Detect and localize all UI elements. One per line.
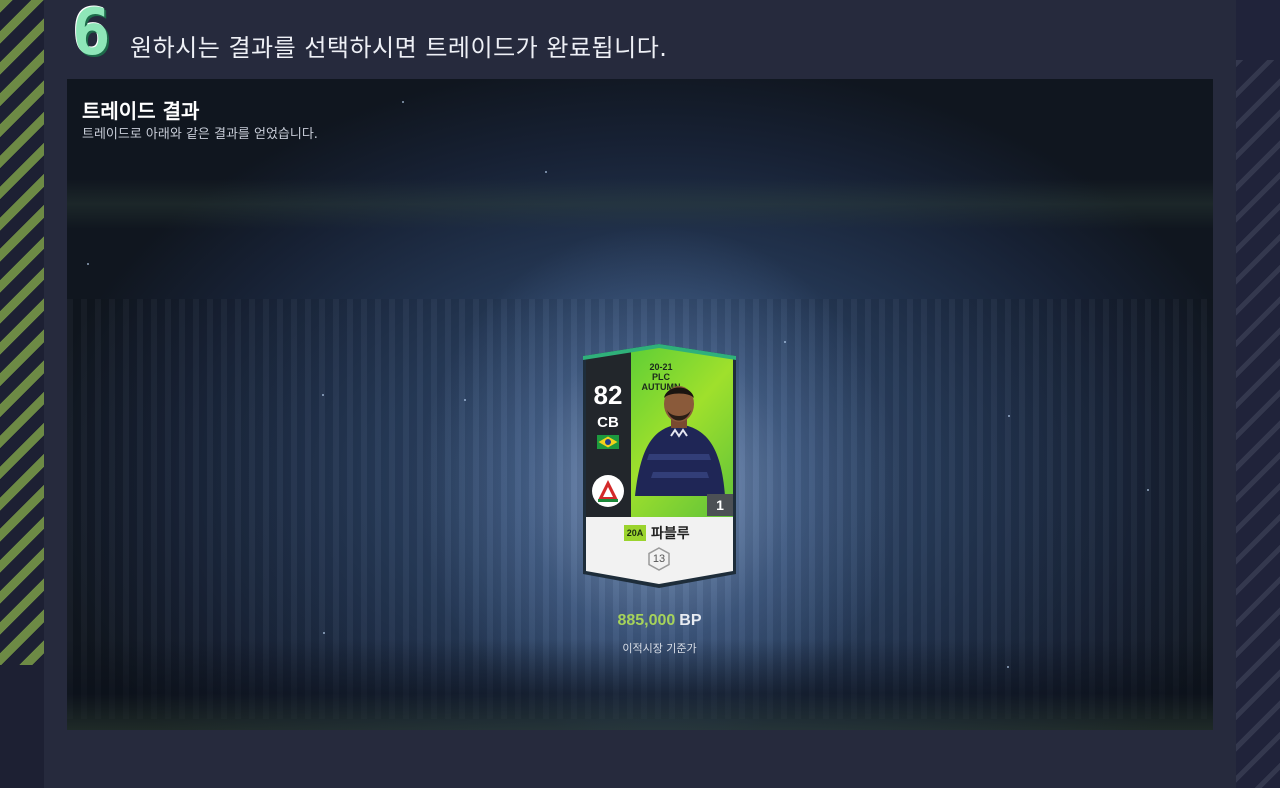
player-salary: 13	[652, 553, 666, 565]
trade-result-subtitle: 트레이드로 아래와 같은 결과를 얻었습니다.	[82, 127, 318, 142]
price-caption: 이적시장 기준가	[622, 642, 697, 655]
sparkle	[1147, 489, 1149, 491]
sparkle	[464, 399, 466, 401]
card-position: CB	[597, 414, 619, 431]
right-decorative-stripe	[1236, 0, 1280, 788]
brazil-flag-icon	[597, 435, 619, 449]
sparkle	[545, 171, 547, 173]
left-hatch-pattern	[0, 0, 44, 665]
sparkle	[322, 394, 324, 396]
enhance-level-badge: 1	[707, 494, 733, 516]
sparkle	[402, 101, 404, 103]
game-screenshot: 트레이드 결과 트레이드로 아래와 같은 결과를 얻었습니다. 20-21 PL…	[67, 79, 1213, 730]
player-photo	[635, 386, 725, 496]
player-card[interactable]: 20-21 PLC AUTUMN 82 CB 1 20A 파블루 13	[583, 344, 736, 588]
sparkle	[784, 341, 786, 343]
step-number: 6	[72, 0, 111, 70]
step-instruction: 원하시는 결과를 선택하시면 트레이드가 완료됩니다.	[130, 34, 668, 62]
left-decorative-stripe	[0, 0, 44, 788]
season-icon-badge: 20A	[624, 525, 646, 541]
transfer-price: 885,000 BP	[547, 612, 772, 630]
price-value: 885,000	[617, 612, 676, 629]
stadium-top-band	[67, 179, 1213, 229]
card-overall-rating: 82	[593, 380, 623, 410]
sparkle	[323, 632, 325, 634]
sparkle	[87, 263, 89, 265]
club-logo-icon	[592, 475, 624, 507]
player-name: 파블루	[651, 526, 690, 542]
sparkle	[1007, 666, 1009, 668]
right-hatch-pattern	[1236, 60, 1280, 788]
trade-result-title: 트레이드 결과	[82, 99, 200, 123]
price-unit: BP	[679, 612, 702, 629]
sparkle	[1008, 415, 1010, 417]
